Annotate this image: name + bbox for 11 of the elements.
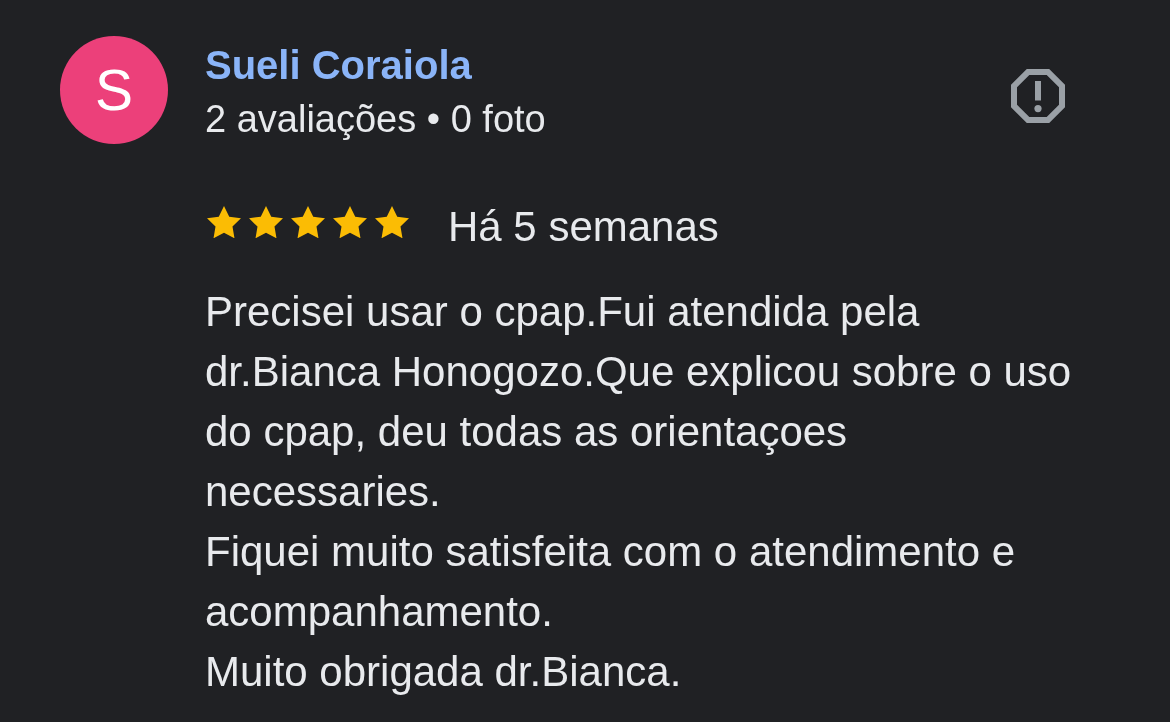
star-icon	[207, 205, 241, 239]
reviewer-stats: 2 avaliações • 0 foto	[205, 97, 546, 142]
avatar: S	[60, 36, 168, 144]
report-icon[interactable]	[1011, 69, 1065, 123]
reviewer-name[interactable]: Sueli Coraiola	[205, 41, 472, 89]
review-text: Precisei usar o cpap.Fui atendida pela dr.Bianca Honogozo.Que explicou sobre o uso do cpap, deu todas as orientaçoes necessaries. Fiquei muito satisfeita com o atendimento e acompanhamento. Muito obrigada dr.Bianca.	[205, 287, 1073, 697]
star-icon	[249, 205, 283, 239]
star-icon	[333, 205, 367, 239]
star-icon	[291, 205, 325, 239]
star-icon	[375, 205, 409, 239]
review-date: Há 5 semanas	[448, 202, 719, 252]
